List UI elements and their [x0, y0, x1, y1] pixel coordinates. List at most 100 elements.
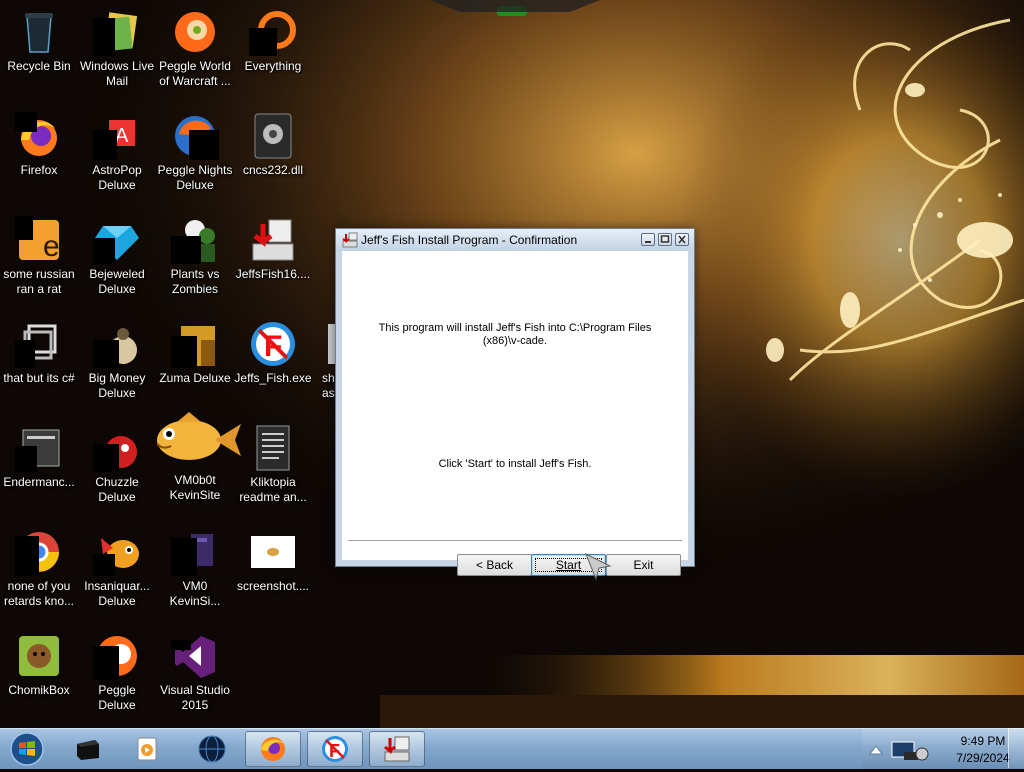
chomikbox-icon: [15, 632, 63, 680]
desktop-icon-some-russian[interactable]: e some russian ran a rat: [0, 208, 78, 304]
svg-text:e: e: [43, 230, 60, 263]
firefox-icon: [15, 112, 63, 160]
svg-text:A: A: [115, 125, 129, 147]
taskbar-jeffs-fish[interactable]: F: [307, 731, 363, 767]
desktop-icon-peggle-wow[interactable]: Peggle World of Warcraft ...: [156, 0, 234, 96]
dialog-titlebar[interactable]: Jeff's Fish Install Program - Confirmati…: [336, 229, 694, 251]
java-icon: e: [15, 216, 63, 264]
start-button[interactable]: [6, 731, 48, 767]
desktop-icon-chomikbox[interactable]: ChomikBox: [0, 624, 78, 720]
desktop-icon-label: Bejeweled Deluxe: [89, 267, 145, 296]
taskbar-cmd[interactable]: [60, 731, 116, 767]
desktop-icon-endermanc[interactable]: Endermanc...: [0, 416, 78, 512]
desktop-icon-firefox[interactable]: Firefox: [0, 104, 78, 200]
desktop-icon-label: Peggle Nights Deluxe: [157, 163, 233, 192]
desktop-icon-vm0-kevinsi[interactable]: VM0 KevinSi...: [156, 520, 234, 616]
taskbar-firefox[interactable]: [245, 731, 301, 767]
desktop-icon-label: ChomikBox: [8, 683, 70, 697]
desktop-icon-plants-vs-zombies[interactable]: Plants vs Zombies: [156, 208, 234, 304]
desktop-icon-label: VM0 KevinSi...: [169, 579, 221, 608]
bejeweled-icon: [93, 216, 141, 264]
desktop-icon-kliktopia-readme[interactable]: Kliktopia readme an...: [234, 416, 312, 512]
media-player-icon: [137, 737, 157, 761]
desktop-icon-label: Jeffs_Fish.exe: [234, 371, 312, 385]
zuma-icon: [171, 320, 219, 368]
desktop-icon-recycle-bin[interactable]: Recycle Bin: [0, 0, 78, 96]
file-icon: [171, 528, 219, 576]
globe-icon: [198, 735, 226, 763]
desktop-icon-label: VM0b0t KevinSite: [169, 473, 221, 502]
desktop-icon-jeffs-fish-exe[interactable]: F Jeffs_Fish.exe: [234, 312, 312, 408]
taskbar-media-player[interactable]: [119, 731, 175, 767]
installer-app-icon: [342, 232, 358, 248]
minimize-button[interactable]: [641, 233, 655, 246]
chrome-icon: [15, 528, 63, 576]
desktop-icon-cncs232[interactable]: cncs232.dll: [234, 104, 312, 200]
partial-icon: [312, 320, 336, 368]
search-tool-icon: [249, 8, 297, 56]
jeffs-fish-icon: F: [322, 736, 348, 762]
desktop-icon-that-but-its-cs[interactable]: that but its c#: [0, 312, 78, 408]
desktop-icon-astropop[interactable]: A AstroPop Deluxe: [78, 104, 156, 200]
dll-file-icon: [249, 112, 297, 160]
exit-button[interactable]: Exit: [606, 554, 681, 576]
desktop-icon-label: Chuzzle Deluxe: [95, 475, 139, 504]
installer-icon: [384, 736, 410, 762]
taskbar-installer[interactable]: [369, 731, 425, 767]
desktop-icon-none-of-you[interactable]: none of you retards kno...: [0, 520, 78, 616]
desktop-icon-label: Insaniquar... Deluxe: [84, 579, 150, 608]
install-confirmation-dialog: Jeff's Fish Install Program - Confirmati…: [335, 228, 695, 576]
maximize-icon: [660, 235, 670, 243]
close-button[interactable]: [675, 233, 689, 246]
cmd-icon: [77, 740, 99, 760]
exit-label: Exit: [633, 558, 654, 572]
desktop-icon-label: Visual Studio 2015: [160, 683, 230, 712]
desktop-icon-visual-studio[interactable]: Visual Studio 2015: [156, 624, 234, 720]
close-icon: [678, 235, 686, 244]
desktop-icon-big-money[interactable]: Big Money Deluxe: [78, 312, 156, 408]
desktop-icon-label: Recycle Bin: [7, 59, 71, 73]
back-prefix: <: [475, 558, 487, 572]
back-button[interactable]: < Back: [457, 554, 532, 576]
action-center-icon: [915, 747, 929, 761]
show-desktop-button[interactable]: [1008, 728, 1024, 768]
insaniquarium-icon: [93, 528, 141, 576]
desktop-icon-label: that but its c#: [3, 371, 75, 385]
desktop-icon-label: Peggle World of Warcraft ...: [159, 59, 231, 88]
desktop-icon-insaniquarium[interactable]: Insaniquar... Deluxe: [78, 520, 156, 616]
peggle-icon: [171, 8, 219, 56]
desktop-icon-vm0b0t-kevinsite[interactable]: VM0b0t KevinSite: [156, 412, 241, 512]
desktop-icon-bejeweled[interactable]: Bejeweled Deluxe: [78, 208, 156, 304]
back-label: Back: [486, 558, 514, 572]
desktop-icon-jeffsfish16[interactable]: JeffsFish16....: [234, 208, 312, 304]
desktop-icon-everything[interactable]: Everything: [234, 0, 312, 96]
desktop-icon-chuzzle[interactable]: Chuzzle Deluxe: [78, 416, 156, 512]
desktop-icon-windows-live-mail[interactable]: Windows Live Mail: [78, 0, 156, 96]
desktop-icon-peggle-nights[interactable]: Peggle Nights Deluxe: [156, 104, 234, 200]
text-file-icon: [249, 424, 297, 472]
astropop-icon: A: [93, 112, 141, 160]
desktop-icon-label: Big Money Deluxe: [88, 371, 146, 400]
desktop-icon-label: cncs232.dll: [242, 163, 304, 177]
install-message-line-2: (x86)\v-cade.: [482, 335, 548, 347]
desktop-icon-partial[interactable]: sh ask: [312, 312, 336, 408]
desktop-icon-zuma[interactable]: Zuma Deluxe: [156, 312, 234, 408]
maximize-button[interactable]: [658, 233, 672, 246]
desktop-icon-screenshot[interactable]: screenshot....: [234, 520, 312, 616]
desktop-icon-peggle-deluxe[interactable]: Peggle Deluxe: [78, 624, 156, 720]
peggle-nights-icon: [171, 112, 219, 160]
plants-vs-zombies-icon: [171, 216, 219, 264]
chuzzle-icon: [93, 424, 141, 472]
desktop-icon-label: Windows Live Mail: [79, 59, 155, 88]
desktop-icon-label: some russian ran a rat: [3, 267, 75, 296]
fish-icon: [149, 410, 241, 470]
desktop-icon-label: JeffsFish16....: [235, 267, 311, 281]
show-hidden-icons-icon: [869, 745, 883, 755]
desktop-icon-label: Firefox: [20, 163, 58, 177]
mouse-cursor-icon: [585, 552, 612, 581]
firefox-icon: [261, 737, 285, 761]
install-message-line-1: This program will install Jeff's Fish in…: [378, 322, 652, 334]
desktop-icon-label: Everything: [244, 59, 302, 73]
dialog-title: Jeff's Fish Install Program - Confirmati…: [361, 233, 578, 247]
taskbar-globe[interactable]: [184, 731, 240, 767]
